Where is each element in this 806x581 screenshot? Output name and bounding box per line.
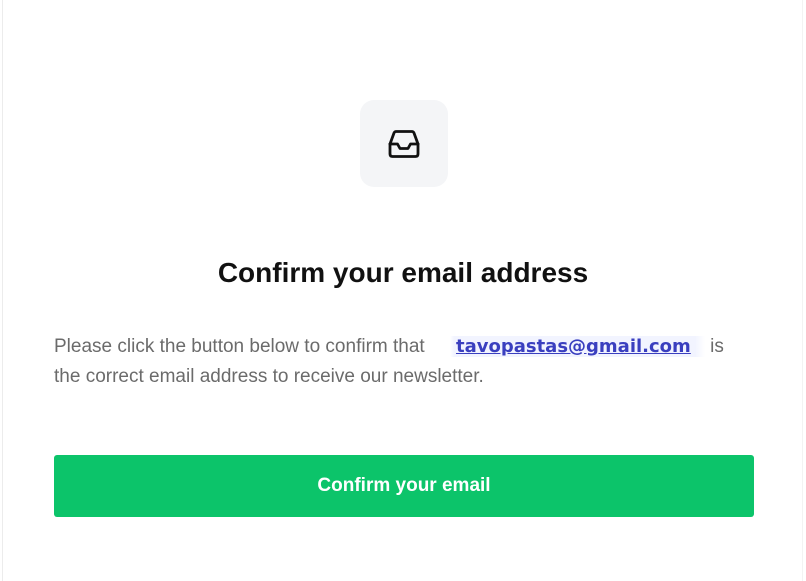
page-title: Confirm your email address — [217, 257, 589, 288]
email-confirmation-page: Confirm your email address Please click … — [0, 0, 806, 581]
confirmation-message: Please click the button below to confirm… — [54, 332, 754, 392]
inbox-icon — [388, 129, 420, 158]
message-prefix: Please click the button below to confirm… — [54, 336, 425, 357]
inbox-icon-tile — [360, 100, 448, 187]
email-address-link[interactable]: tavopastas@gmail.com — [429, 336, 705, 357]
confirm-email-button[interactable]: Confirm your email — [54, 455, 754, 517]
